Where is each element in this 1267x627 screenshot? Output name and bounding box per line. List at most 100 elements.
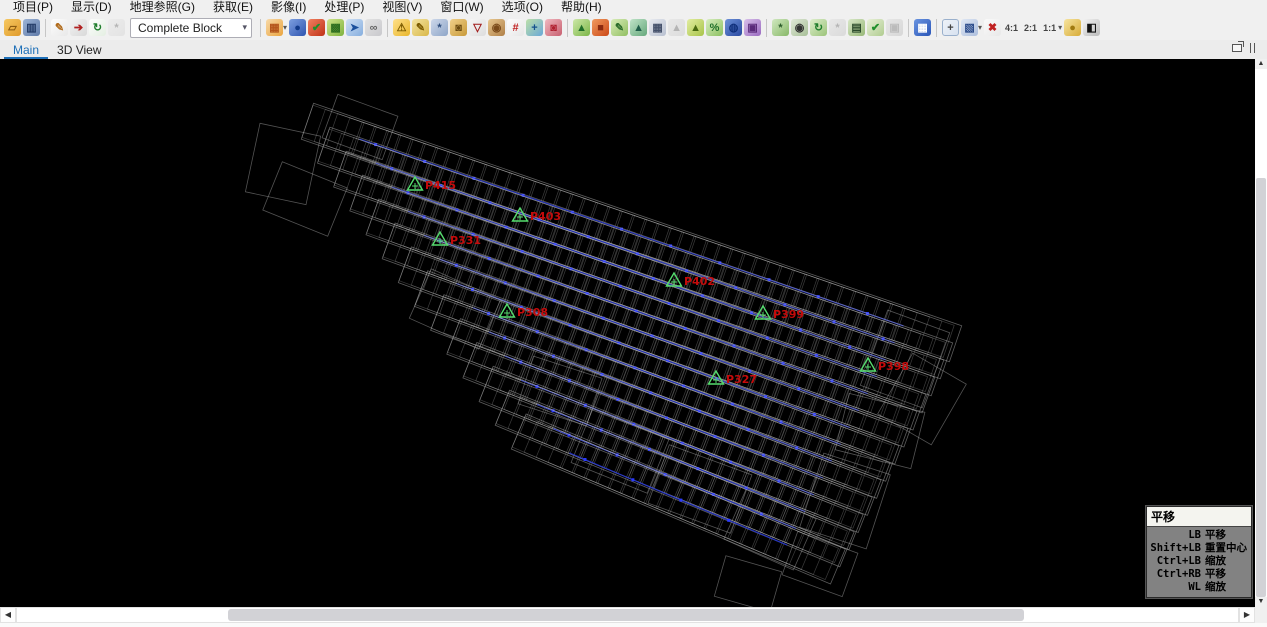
control-point-label: P415 [425,179,456,192]
point-sphere-icon[interactable]: ● [289,19,306,36]
hint-keys: Shift+LB [1149,542,1201,555]
menu-item-7[interactable]: 窗口(W) [431,0,492,15]
chevron-down-icon[interactable]: ▾ [1058,23,1062,32]
process-gears-icon[interactable]: * [431,19,448,36]
update-project-icon[interactable]: ↻ [89,19,106,36]
stereo-view-icon[interactable]: ◉ [488,19,505,36]
hint-keys: Ctrl+RB [1149,568,1201,581]
camera-edit-icon[interactable]: ◙ [450,19,467,36]
hint-keys: Ctrl+LB [1149,555,1201,568]
zoom-1-1-button[interactable]: 1:1 [1043,23,1056,33]
chevron-down-icon[interactable]: ▾ [978,23,982,32]
dtm-view-icon[interactable]: ▲ [630,19,647,36]
control-point-P403[interactable]: P403 [513,208,562,223]
dtm-export-icon[interactable]: ▲ [668,19,685,36]
toolbar-separator [567,19,568,37]
block-selector-dropdown[interactable]: Complete Block▾ [130,18,252,38]
block-selector-value: Complete Block [138,21,222,35]
tab-main[interactable]: Main [4,42,48,59]
dtm-generate-icon[interactable]: ▲ [573,19,590,36]
image-view-icon[interactable]: ▩ [327,19,344,36]
image-refresh-icon[interactable]: ↻ [810,19,827,36]
pan-hint-row: Shift+LB重置中心 [1149,542,1249,555]
image-process-icon[interactable]: * [829,19,846,36]
tile-windows-icon[interactable]: ▦ [914,19,931,36]
pushpin-icon[interactable]: + [526,19,543,36]
float-window-icon[interactable] [1232,44,1242,52]
scroll-right-icon[interactable]: ▶ [1239,607,1255,623]
vertical-scrollbar[interactable]: ▲ ▼ [1255,59,1267,607]
snapshot-camera-icon[interactable]: ◙ [545,19,562,36]
pan-hand-icon[interactable]: + [942,19,959,36]
control-point-P331[interactable]: P331 [433,232,482,247]
image-info-icon[interactable]: ▣ [744,19,761,36]
image-check-icon[interactable]: ✔ [867,19,884,36]
zoom-2-1-button[interactable]: 2:1 [1024,23,1037,33]
analysis-flask-icon[interactable]: ▽ [469,19,486,36]
zoom-fit-icon[interactable]: ✖ [984,19,1001,36]
edit-image-icon[interactable]: ✎ [412,19,429,36]
image-eye-icon[interactable]: ◉ [791,19,808,36]
edit-project-icon[interactable]: ✎ [51,19,68,36]
menu-item-0[interactable]: 项目(P) [4,0,62,15]
hint-action: 重置中心 [1201,542,1247,555]
menu-item-1[interactable]: 显示(D) [62,0,121,15]
control-point-label: P402 [684,275,715,288]
menu-item-9[interactable]: 帮助(H) [552,0,611,15]
dtm-grid-icon[interactable]: ▦ [649,19,666,36]
hint-action: 平移 [1201,568,1226,581]
seamline-icon[interactable]: % [706,19,723,36]
control-point-P415[interactable]: P415 [408,177,457,192]
overflow-menu-icon[interactable] [1250,43,1255,53]
link-images-icon[interactable]: ∞ [365,19,382,36]
chevron-down-icon[interactable]: ▾ [283,23,287,32]
horizontal-scrollbar-track[interactable] [16,607,1239,623]
measure-tool-icon[interactable]: ➤ [346,19,363,36]
pan-hint-rows: LB平移Shift+LB重置中心Ctrl+LB缩放Ctrl+RB平移WL缩放 [1147,527,1251,597]
menu-item-8[interactable]: 选项(O) [493,0,552,15]
toolbar-separator [766,19,767,37]
scroll-left-icon[interactable]: ◀ [0,607,16,623]
scroll-up-icon[interactable]: ▲ [1255,59,1267,69]
grid-select-icon[interactable]: # [507,19,524,36]
menu-item-5[interactable]: 处理(P) [315,0,373,15]
toolbar-separator [936,19,937,37]
dtm-edit-icon[interactable]: ✎ [611,19,628,36]
block-view-canvas[interactable]: P415P403P331P402P308P399P327P398 平移 LB平移… [0,59,1255,607]
control-point-P308[interactable]: P308 [500,304,549,319]
dtm-cube-icon[interactable]: ■ [592,19,609,36]
zoom-region-icon[interactable]: ▧ [961,19,978,36]
control-point-label: P399 [773,308,804,321]
control-point-P398[interactable]: P398 [861,358,910,373]
vertical-scrollbar-thumb[interactable] [1256,178,1266,597]
pan-hint-row: LB平移 [1149,529,1249,542]
menu-item-3[interactable]: 获取(E) [204,0,262,15]
open-project-icon[interactable]: ▱ [4,19,21,36]
adjustment-ok-icon[interactable]: ✔ [308,19,325,36]
orthophoto-icon[interactable]: ▲ [687,19,704,36]
save-project-icon[interactable]: ▥ [23,19,40,36]
menu-bar: 项目(P)显示(D)地理参照(G)获取(E)影像(I)处理(P)视图(V)窗口(… [0,0,1267,15]
thumbnail-icon[interactable]: ▤ [848,19,865,36]
add-point-icon[interactable]: ⚠ [393,19,410,36]
horizontal-scrollbar-thumb[interactable] [228,609,1024,621]
settings-icon[interactable]: * [108,19,125,36]
horizontal-scrollbar[interactable]: ◀ ▶ [0,607,1267,623]
menu-item-6[interactable]: 视图(V) [373,0,431,15]
zoom-4-1-button[interactable]: 4:1 [1005,23,1018,33]
control-point-label: P403 [530,210,561,223]
scroll-down-icon[interactable]: ▼ [1255,597,1267,607]
hand-tool-disabled-icon[interactable]: ▣ [886,19,903,36]
tab-3d-view[interactable]: 3D View [48,42,110,59]
pan-hint-row: Ctrl+RB平移 [1149,568,1249,581]
control-point-P402[interactable]: P402 [667,273,716,288]
contrast-icon[interactable]: ◧ [1083,19,1100,36]
radiometry-icon[interactable]: ● [1064,19,1081,36]
toolbar-separator [260,19,261,37]
transfer-project-icon[interactable]: ➔ [70,19,87,36]
menu-item-2[interactable]: 地理参照(G) [121,0,204,15]
image-settings-icon[interactable]: * [772,19,789,36]
project-globe-icon[interactable]: ◍ [725,19,742,36]
block-mosaic-icon[interactable]: ▦ [266,19,283,36]
menu-item-4[interactable]: 影像(I) [262,0,315,15]
